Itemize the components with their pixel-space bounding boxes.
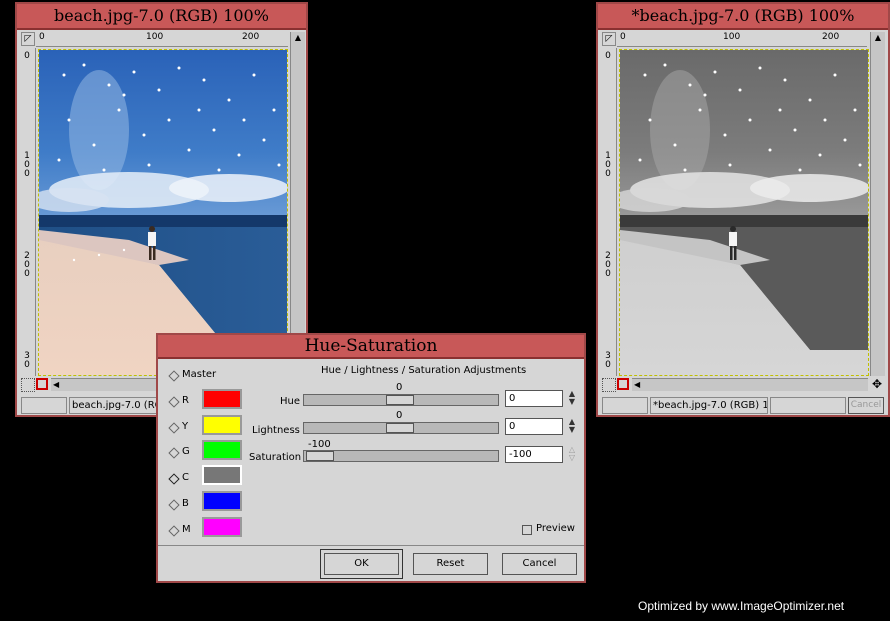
coordinates-field xyxy=(602,397,648,414)
beach-photo-color xyxy=(39,50,287,375)
channel-label: B xyxy=(182,498,189,509)
preview-label: Preview xyxy=(536,523,575,534)
radio-icon[interactable] xyxy=(168,473,180,485)
channel-label: R xyxy=(182,395,189,406)
image-window-desaturated[interactable]: *beach.jpg-7.0 (RGB) 100% ◸ 0 100 200 0 … xyxy=(596,2,890,417)
navigate-icon[interactable]: ✥ xyxy=(870,377,884,391)
lightness-slider[interactable] xyxy=(303,422,499,434)
ok-button[interactable]: OK xyxy=(324,553,399,575)
hue-spin-arrows-icon[interactable]: ▲ ▼ xyxy=(567,390,577,407)
quickmask-off-icon[interactable] xyxy=(21,378,35,392)
coordinates-field xyxy=(21,397,67,414)
green-swatch xyxy=(202,440,242,460)
saturation-slider[interactable] xyxy=(303,450,499,462)
image-canvas[interactable] xyxy=(619,49,869,376)
horizontal-ruler: 0 100 200 xyxy=(617,32,867,47)
hue-slider[interactable] xyxy=(303,394,499,406)
ruler-corner[interactable]: ◸ xyxy=(21,32,35,46)
radio-icon[interactable] xyxy=(168,525,180,537)
ruler-corner[interactable]: ◸ xyxy=(602,32,616,46)
channel-label: Y xyxy=(182,421,189,432)
hue-entry[interactable]: 0 xyxy=(505,390,563,407)
lightness-slider-thumb[interactable] xyxy=(386,423,414,433)
window-title[interactable]: beach.jpg-7.0 (RGB) 100% xyxy=(17,4,306,30)
red-swatch xyxy=(202,389,242,409)
horizontal-scrollbar[interactable]: ◀ xyxy=(632,378,868,391)
hue-saturation-dialog[interactable]: Hue-Saturation Hue / Lightness / Saturat… xyxy=(156,333,586,583)
saturation-slider-thumb[interactable] xyxy=(306,451,334,461)
beach-photo-grayscale xyxy=(620,50,868,375)
lightness-label: Lightness xyxy=(252,425,300,436)
saturation-entry[interactable]: -100 xyxy=(505,446,563,463)
lightness-value-label: 0 xyxy=(396,410,403,421)
lightness-spin-arrows-icon[interactable]: ▲ ▼ xyxy=(567,418,577,435)
saturation-spin-arrows-icon[interactable]: △ ▽ xyxy=(567,446,577,463)
radio-icon[interactable] xyxy=(168,370,180,382)
checkbox-icon[interactable] xyxy=(522,525,532,535)
hue-slider-thumb[interactable] xyxy=(386,395,414,405)
channel-label: C xyxy=(182,472,189,483)
vertical-ruler: 0 1 0 0 2 0 0 3 0 xyxy=(602,48,617,376)
hue-value-label: 0 xyxy=(396,382,403,393)
hue-label: Hue xyxy=(280,396,301,407)
quickmask-on-icon[interactable] xyxy=(36,378,48,390)
channel-label: Master xyxy=(182,369,217,380)
radio-icon[interactable] xyxy=(168,447,180,459)
channel-label: M xyxy=(182,524,191,535)
window-title[interactable]: *beach.jpg-7.0 (RGB) 100% xyxy=(598,4,888,30)
yellow-swatch xyxy=(202,415,242,435)
status-field: *beach.jpg-7.0 (RGB) 1 xyxy=(650,397,768,414)
progress-field xyxy=(770,397,846,414)
cancel-button[interactable]: Cancel xyxy=(848,397,884,414)
lightness-entry[interactable]: 0 xyxy=(505,418,563,435)
saturation-value-label: -100 xyxy=(308,439,331,450)
radio-icon[interactable] xyxy=(168,422,180,434)
channel-label: G xyxy=(182,446,190,457)
horizontal-ruler: 0 100 200 xyxy=(36,32,288,47)
dialog-heading: Hue / Lightness / Saturation Adjustments xyxy=(321,365,527,376)
radio-icon[interactable] xyxy=(168,396,180,408)
saturation-label: Saturation xyxy=(249,452,302,463)
quickmask-on-icon[interactable] xyxy=(617,378,629,390)
cyan-swatch xyxy=(202,465,242,485)
status-field: beach.jpg-7.0 (RGB) 1 xyxy=(69,397,169,414)
radio-icon[interactable] xyxy=(168,499,180,511)
vertical-scrollbar[interactable]: ▲ xyxy=(870,32,885,376)
reset-button[interactable]: Reset xyxy=(413,553,488,575)
blue-swatch xyxy=(202,491,242,511)
vertical-scrollbar[interactable]: ▲ xyxy=(290,32,305,376)
button-separator xyxy=(158,545,584,546)
dialog-title[interactable]: Hue-Saturation xyxy=(158,335,584,359)
image-canvas[interactable] xyxy=(38,49,288,376)
magenta-swatch xyxy=(202,517,242,537)
quickmask-off-icon[interactable] xyxy=(602,378,616,392)
watermark: Optimized by www.ImageOptimizer.net xyxy=(638,599,845,613)
vertical-ruler: 0 1 0 0 2 0 0 3 0 xyxy=(21,48,36,376)
cancel-button[interactable]: Cancel xyxy=(502,553,577,575)
